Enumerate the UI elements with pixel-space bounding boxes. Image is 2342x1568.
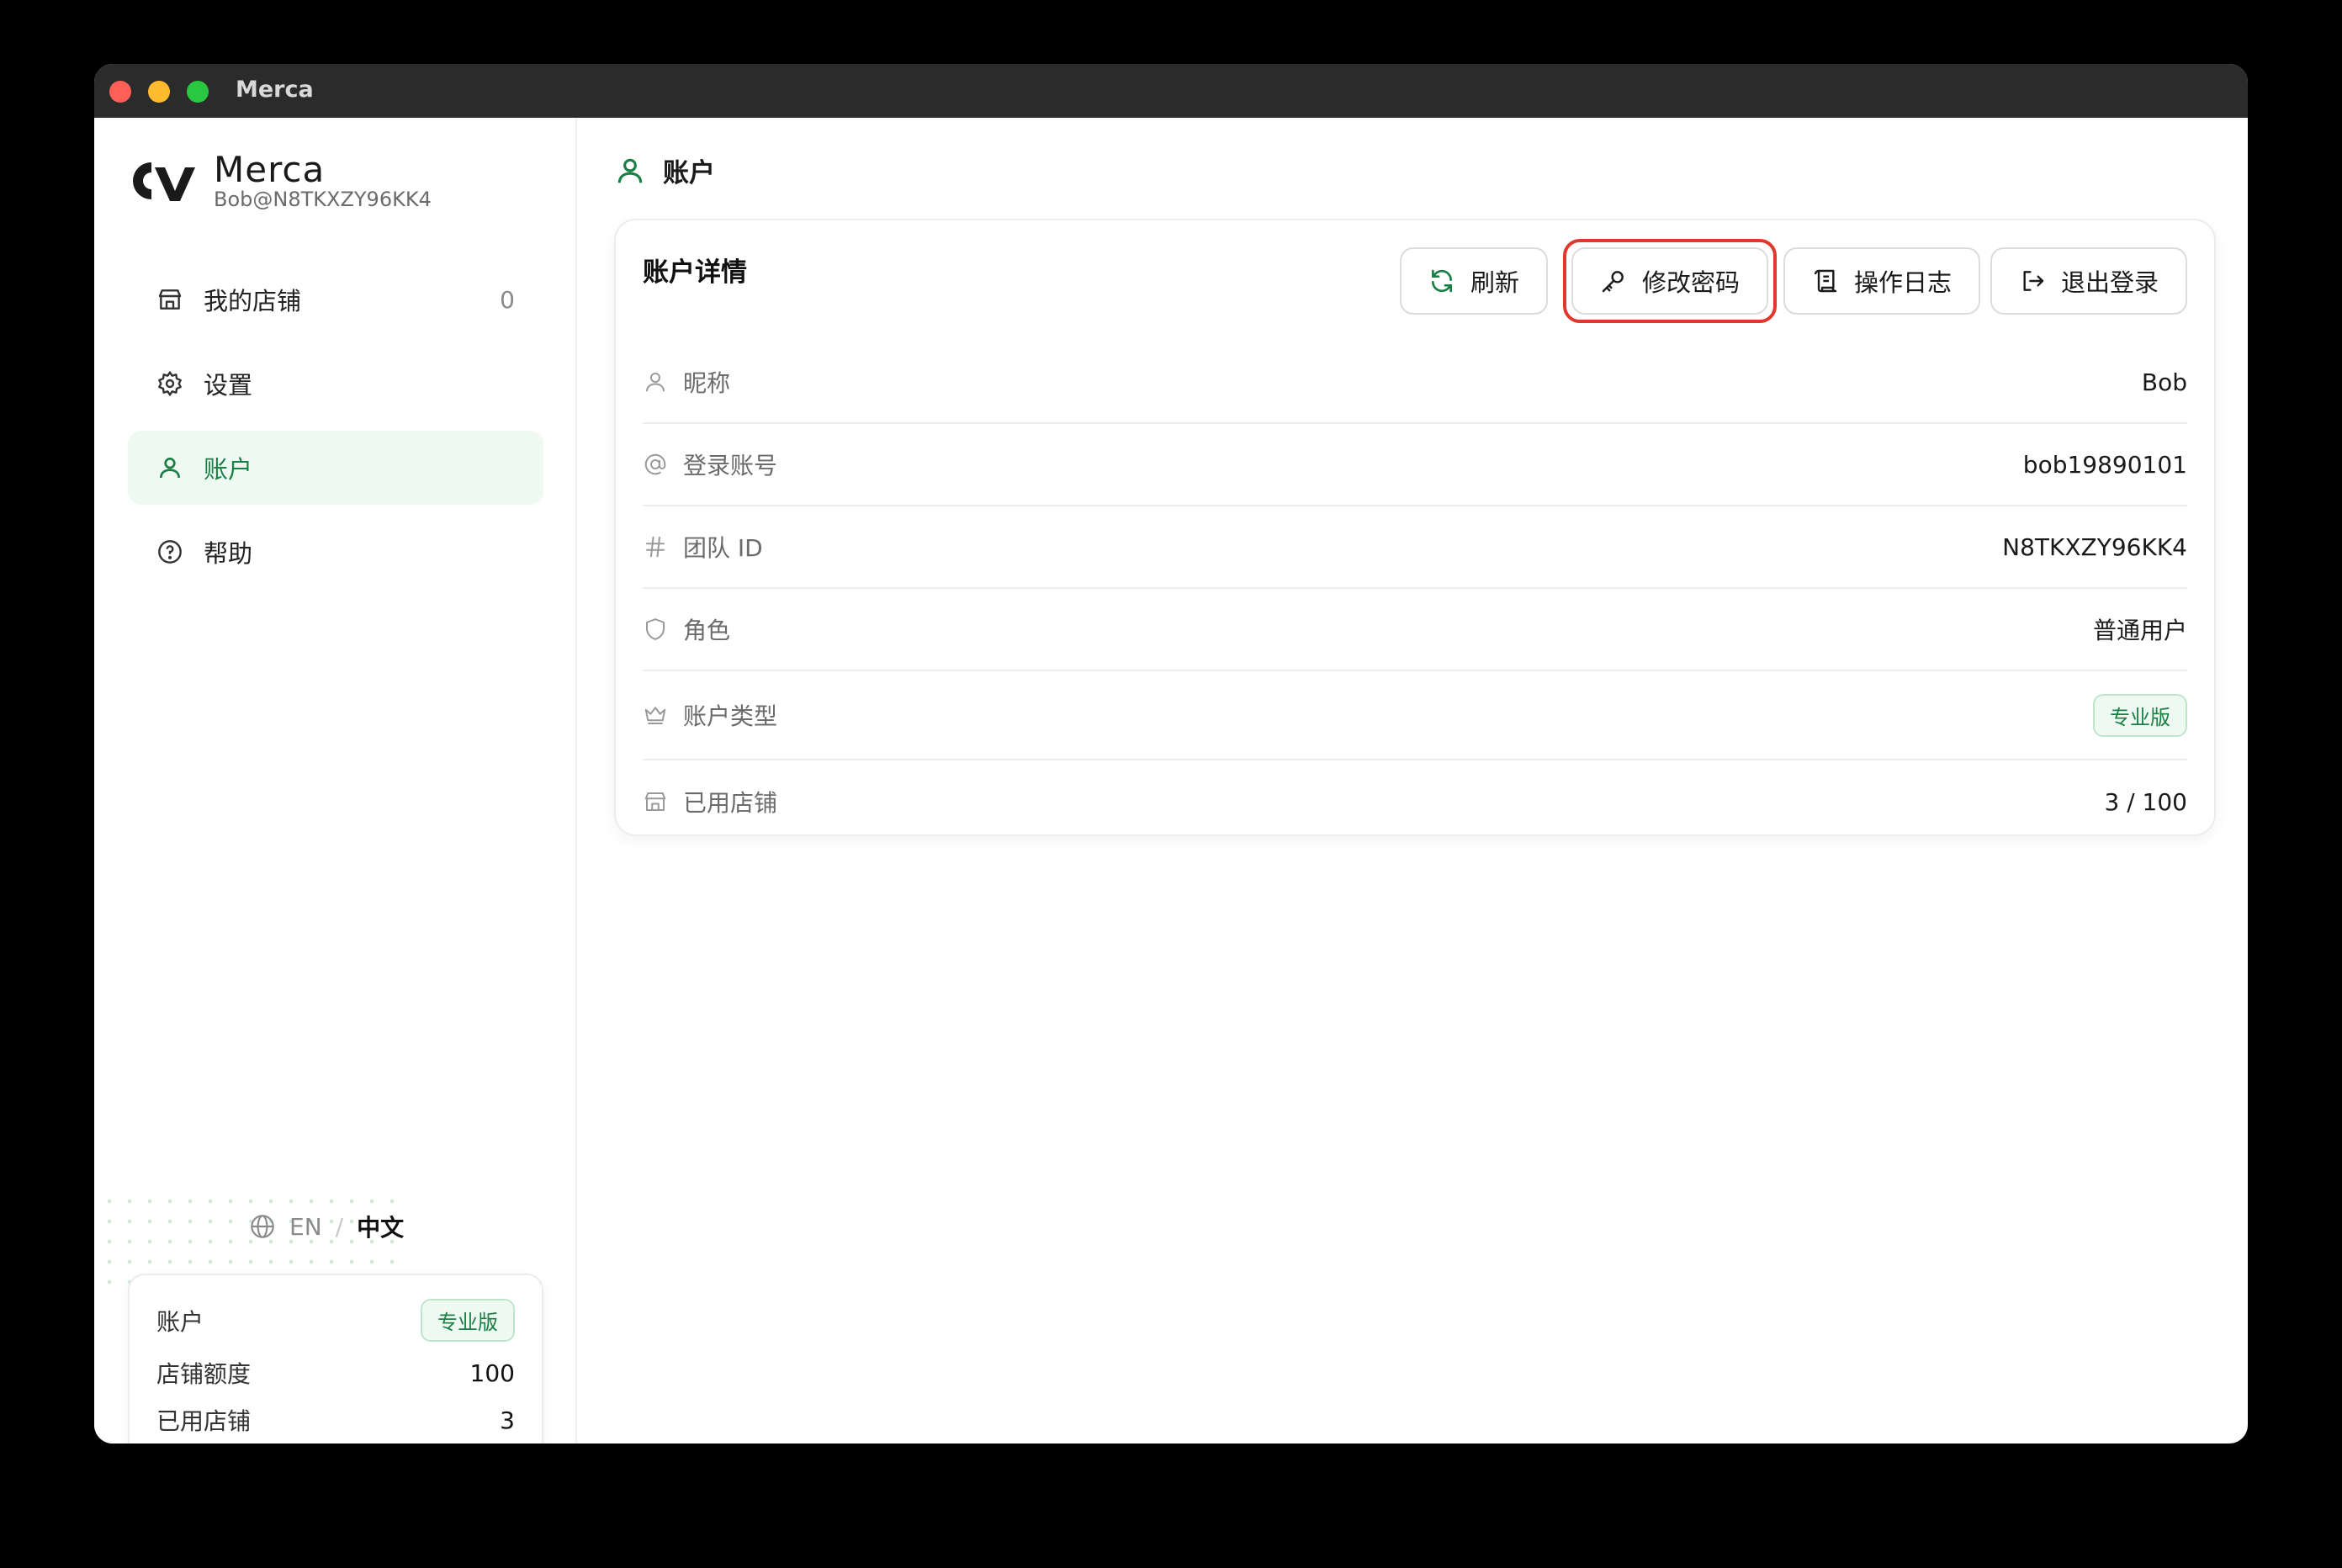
info-row-team-id: 团队 ID N8TKXZY96KK4 bbox=[643, 506, 2187, 589]
minimize-window-button[interactable] bbox=[148, 81, 170, 103]
info-label: 角色 bbox=[683, 617, 731, 644]
user-icon bbox=[646, 373, 665, 392]
help-circle-icon bbox=[158, 540, 182, 564]
info-value: bob19890101 bbox=[2022, 450, 2187, 479]
lang-en-option[interactable]: EN bbox=[289, 1213, 322, 1241]
maximize-window-button[interactable] bbox=[187, 81, 209, 103]
gear-icon bbox=[158, 371, 182, 396]
lang-separator: / bbox=[335, 1212, 344, 1241]
sidebar-item-label: 账户 bbox=[204, 455, 253, 484]
logout-label: 退出登录 bbox=[2060, 268, 2159, 297]
sidebar-item-my-stores[interactable]: 我的店铺 0 bbox=[128, 262, 543, 336]
info-label: 账户类型 bbox=[683, 702, 778, 730]
operation-log-button[interactable]: 操作日志 bbox=[1783, 247, 1980, 315]
brand: Merca Bob@N8TKXZY96KK4 bbox=[126, 151, 432, 210]
info-value: N8TKXZY96KK4 bbox=[2002, 532, 2187, 561]
info-label: 团队 ID bbox=[683, 534, 763, 562]
store-icon bbox=[644, 792, 666, 811]
sidebar-item-account[interactable]: 账户 bbox=[128, 431, 543, 505]
logout-icon bbox=[2023, 271, 2044, 291]
sidebar-item-settings[interactable]: 设置 bbox=[128, 347, 543, 421]
refresh-icon bbox=[1431, 269, 1452, 293]
change-password-label: 修改密码 bbox=[1641, 268, 1740, 297]
store-count: 0 bbox=[500, 285, 515, 314]
window-title: Merca bbox=[236, 77, 314, 103]
info-label: 登录账号 bbox=[683, 452, 778, 479]
title-bar: Merca bbox=[94, 64, 2248, 118]
refresh-label: 刷新 bbox=[1470, 268, 1519, 297]
store-icon bbox=[158, 289, 182, 310]
info-label: 已用店铺 bbox=[683, 789, 778, 817]
info-row-role: 角色 普通用户 bbox=[643, 589, 2187, 671]
crown-icon bbox=[644, 707, 666, 724]
change-password-button[interactable]: 修改密码 bbox=[1571, 247, 1768, 315]
shield-icon bbox=[646, 618, 665, 640]
quota-value: 100 bbox=[469, 1359, 515, 1387]
key-icon bbox=[1602, 271, 1624, 293]
info-row-nickname: 昵称 Bob bbox=[643, 342, 2187, 424]
panel-title: 账户详情 bbox=[643, 257, 747, 288]
info-value: Bob bbox=[2141, 368, 2187, 396]
info-label: 昵称 bbox=[683, 369, 731, 397]
refresh-button[interactable]: 刷新 bbox=[1399, 247, 1548, 315]
user-icon bbox=[617, 158, 643, 183]
sidebar-item-label: 我的店铺 bbox=[204, 287, 302, 315]
hash-icon bbox=[646, 536, 665, 558]
language-switcher: EN / 中文 bbox=[249, 1210, 404, 1243]
info-value: 3 / 100 bbox=[2104, 787, 2188, 816]
main-content: 账户 账户详情 刷新 修改密码 操作日志 退出登录 昵称 Bob 登录账号 bo… bbox=[579, 118, 2248, 1444]
sidebar-item-label: 设置 bbox=[204, 371, 253, 400]
highlight-frame: 修改密码 bbox=[1562, 239, 1777, 323]
page-title: 账户 bbox=[663, 158, 715, 188]
account-info-list: 昵称 Bob 登录账号 bob19890101 团队 ID N8TKXZY96K… bbox=[643, 342, 2187, 843]
globe-icon bbox=[251, 1215, 274, 1238]
plan-badge: 专业版 bbox=[2093, 693, 2187, 737]
merca-logo-icon bbox=[133, 162, 195, 201]
brand-name: Merca bbox=[214, 149, 326, 190]
user-icon bbox=[160, 458, 180, 479]
plan-badge: 专业版 bbox=[421, 1299, 515, 1342]
info-row-account-type: 账户类型 专业版 bbox=[643, 671, 2187, 760]
account-details-panel: 账户详情 刷新 修改密码 操作日志 退出登录 昵称 Bob 登录账号 bob19… bbox=[614, 219, 2216, 836]
info-value: 普通用户 bbox=[2092, 617, 2187, 644]
quota-label: 店铺额度 bbox=[156, 1360, 252, 1388]
info-row-login-account: 登录账号 bob19890101 bbox=[643, 424, 2187, 506]
logout-button[interactable]: 退出登录 bbox=[1990, 247, 2187, 315]
app-window: Merca Merca Bob@N8TKXZY96KK4 我的店铺 0 设置 账… bbox=[94, 64, 2248, 1444]
close-window-button[interactable] bbox=[109, 81, 131, 103]
used-stores-label: 已用店铺 bbox=[156, 1407, 252, 1435]
info-row-used-stores: 已用店铺 3 / 100 bbox=[643, 760, 2187, 843]
operation-log-label: 操作日志 bbox=[1853, 268, 1952, 297]
used-stores-value: 3 bbox=[500, 1406, 515, 1434]
brand-user: Bob@N8TKXZY96KK4 bbox=[214, 188, 432, 211]
account-label: 账户 bbox=[156, 1307, 204, 1336]
at-icon bbox=[644, 453, 666, 475]
sidebar: Merca Bob@N8TKXZY96KK4 我的店铺 0 设置 账户 帮助 E… bbox=[94, 118, 577, 1444]
lang-zh-option[interactable]: 中文 bbox=[357, 1210, 404, 1243]
sidebar-item-help[interactable]: 帮助 bbox=[128, 515, 543, 589]
scroll-log-icon bbox=[1814, 269, 1837, 293]
action-toolbar: 刷新 修改密码 操作日志 退出登录 bbox=[1399, 239, 2187, 323]
sidebar-item-label: 帮助 bbox=[204, 539, 253, 568]
account-summary-card: 账户 专业版 店铺额度 100 已用店铺 3 bbox=[128, 1274, 543, 1444]
page-header: 账户 bbox=[614, 151, 715, 189]
